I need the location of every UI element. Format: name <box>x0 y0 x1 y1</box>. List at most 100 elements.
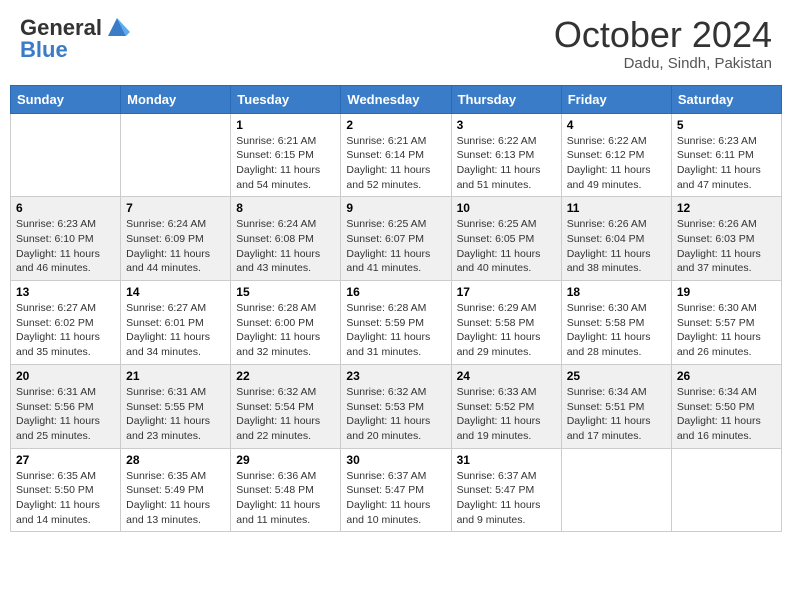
cell-info: Sunrise: 6:37 AM Sunset: 5:47 PM Dayligh… <box>346 469 445 528</box>
day-number: 23 <box>346 369 445 383</box>
cell-info: Sunrise: 6:29 AM Sunset: 5:58 PM Dayligh… <box>457 301 556 360</box>
calendar-cell: 15 Sunrise: 6:28 AM Sunset: 6:00 PM Dayli… <box>231 281 341 365</box>
day-number: 18 <box>567 285 666 299</box>
cell-info: Sunrise: 6:32 AM Sunset: 5:53 PM Dayligh… <box>346 385 445 444</box>
day-number: 5 <box>677 118 776 132</box>
cell-info: Sunrise: 6:26 AM Sunset: 6:04 PM Dayligh… <box>567 217 666 276</box>
cell-info: Sunrise: 6:36 AM Sunset: 5:48 PM Dayligh… <box>236 469 335 528</box>
calendar-cell: 11 Sunrise: 6:26 AM Sunset: 6:04 PM Dayli… <box>561 197 671 281</box>
cell-info: Sunrise: 6:27 AM Sunset: 6:02 PM Dayligh… <box>16 301 115 360</box>
cell-info: Sunrise: 6:25 AM Sunset: 6:05 PM Dayligh… <box>457 217 556 276</box>
calendar-cell: 29 Sunrise: 6:36 AM Sunset: 5:48 PM Dayli… <box>231 448 341 532</box>
day-number: 6 <box>16 201 115 215</box>
calendar-cell: 7Sunrise: 6:24 AM Sunset: 6:09 PM Daylig… <box>121 197 231 281</box>
logo-icon <box>104 14 130 40</box>
calendar-cell: 14 Sunrise: 6:27 AM Sunset: 6:01 PM Dayli… <box>121 281 231 365</box>
cell-info: Sunrise: 6:35 AM Sunset: 5:50 PM Dayligh… <box>16 469 115 528</box>
cell-info: Sunrise: 6:31 AM Sunset: 5:56 PM Dayligh… <box>16 385 115 444</box>
day-number: 17 <box>457 285 556 299</box>
cell-info: Sunrise: 6:28 AM Sunset: 6:00 PM Dayligh… <box>236 301 335 360</box>
day-number: 2 <box>346 118 445 132</box>
cell-info: Sunrise: 6:32 AM Sunset: 5:54 PM Dayligh… <box>236 385 335 444</box>
calendar-cell: 25Sunrise: 6:34 AM Sunset: 5:51 PM Dayli… <box>561 364 671 448</box>
calendar-cell: 17 Sunrise: 6:29 AM Sunset: 5:58 PM Dayli… <box>451 281 561 365</box>
cell-info: Sunrise: 6:25 AM Sunset: 6:07 PM Dayligh… <box>346 217 445 276</box>
day-number: 29 <box>236 453 335 467</box>
weekday-header-saturday: Saturday <box>671 85 781 113</box>
cell-info: Sunrise: 6:31 AM Sunset: 5:55 PM Dayligh… <box>126 385 225 444</box>
day-number: 20 <box>16 369 115 383</box>
calendar-cell: 2Sunrise: 6:21 AM Sunset: 6:14 PM Daylig… <box>341 113 451 197</box>
calendar-cell: 4Sunrise: 6:22 AM Sunset: 6:12 PM Daylig… <box>561 113 671 197</box>
month-title: October 2024 <box>554 15 772 55</box>
day-number: 4 <box>567 118 666 132</box>
day-number: 9 <box>346 201 445 215</box>
calendar-week-row: 1 Sunrise: 6:21 AM Sunset: 6:15 PM Daylig… <box>11 113 782 197</box>
day-number: 3 <box>457 118 556 132</box>
calendar-week-row: 27Sunrise: 6:35 AM Sunset: 5:50 PM Dayli… <box>11 448 782 532</box>
cell-info: Sunrise: 6:35 AM Sunset: 5:49 PM Dayligh… <box>126 469 225 528</box>
day-number: 12 <box>677 201 776 215</box>
calendar-cell <box>561 448 671 532</box>
title-block: October 2024 Dadu, Sindh, Pakistan <box>554 15 772 72</box>
day-number: 1 <box>236 118 335 132</box>
cell-info: Sunrise: 6:23 AM Sunset: 6:11 PM Dayligh… <box>677 134 776 193</box>
calendar-cell <box>671 448 781 532</box>
calendar-cell: 1 Sunrise: 6:21 AM Sunset: 6:15 PM Daylig… <box>231 113 341 197</box>
cell-info: Sunrise: 6:34 AM Sunset: 5:50 PM Dayligh… <box>677 385 776 444</box>
calendar-cell: 27Sunrise: 6:35 AM Sunset: 5:50 PM Dayli… <box>11 448 121 532</box>
calendar-cell: 31Sunrise: 6:37 AM Sunset: 5:47 PM Dayli… <box>451 448 561 532</box>
calendar-cell: 10Sunrise: 6:25 AM Sunset: 6:05 PM Dayli… <box>451 197 561 281</box>
cell-info: Sunrise: 6:30 AM Sunset: 5:57 PM Dayligh… <box>677 301 776 360</box>
day-number: 14 <box>126 285 225 299</box>
calendar-cell: 21 Sunrise: 6:31 AM Sunset: 5:55 PM Dayli… <box>121 364 231 448</box>
calendar-cell: 30 Sunrise: 6:37 AM Sunset: 5:47 PM Dayli… <box>341 448 451 532</box>
calendar-cell: 5 Sunrise: 6:23 AM Sunset: 6:11 PM Daylig… <box>671 113 781 197</box>
day-number: 26 <box>677 369 776 383</box>
weekday-header-tuesday: Tuesday <box>231 85 341 113</box>
calendar-cell: 6 Sunrise: 6:23 AM Sunset: 6:10 PM Daylig… <box>11 197 121 281</box>
cell-info: Sunrise: 6:30 AM Sunset: 5:58 PM Dayligh… <box>567 301 666 360</box>
day-number: 13 <box>16 285 115 299</box>
day-number: 24 <box>457 369 556 383</box>
calendar-cell: 8 Sunrise: 6:24 AM Sunset: 6:08 PM Daylig… <box>231 197 341 281</box>
logo: General Blue <box>20 15 130 63</box>
calendar-cell: 28 Sunrise: 6:35 AM Sunset: 5:49 PM Dayli… <box>121 448 231 532</box>
calendar-cell: 20 Sunrise: 6:31 AM Sunset: 5:56 PM Dayli… <box>11 364 121 448</box>
calendar-cell: 12 Sunrise: 6:26 AM Sunset: 6:03 PM Dayli… <box>671 197 781 281</box>
calendar-cell: 13 Sunrise: 6:27 AM Sunset: 6:02 PM Dayli… <box>11 281 121 365</box>
weekday-header-thursday: Thursday <box>451 85 561 113</box>
day-number: 7 <box>126 201 225 215</box>
cell-info: Sunrise: 6:26 AM Sunset: 6:03 PM Dayligh… <box>677 217 776 276</box>
weekday-header-friday: Friday <box>561 85 671 113</box>
day-number: 19 <box>677 285 776 299</box>
day-number: 30 <box>346 453 445 467</box>
calendar-cell: 16Sunrise: 6:28 AM Sunset: 5:59 PM Dayli… <box>341 281 451 365</box>
cell-info: Sunrise: 6:34 AM Sunset: 5:51 PM Dayligh… <box>567 385 666 444</box>
weekday-header-monday: Monday <box>121 85 231 113</box>
day-number: 11 <box>567 201 666 215</box>
cell-info: Sunrise: 6:33 AM Sunset: 5:52 PM Dayligh… <box>457 385 556 444</box>
weekday-header-sunday: Sunday <box>11 85 121 113</box>
cell-info: Sunrise: 6:22 AM Sunset: 6:13 PM Dayligh… <box>457 134 556 193</box>
calendar-cell: 19 Sunrise: 6:30 AM Sunset: 5:57 PM Dayli… <box>671 281 781 365</box>
day-number: 31 <box>457 453 556 467</box>
location-subtitle: Dadu, Sindh, Pakistan <box>554 55 772 72</box>
weekday-header-wednesday: Wednesday <box>341 85 451 113</box>
cell-info: Sunrise: 6:23 AM Sunset: 6:10 PM Dayligh… <box>16 217 115 276</box>
cell-info: Sunrise: 6:27 AM Sunset: 6:01 PM Dayligh… <box>126 301 225 360</box>
calendar-cell: 18 Sunrise: 6:30 AM Sunset: 5:58 PM Dayli… <box>561 281 671 365</box>
day-number: 8 <box>236 201 335 215</box>
calendar-cell <box>11 113 121 197</box>
cell-info: Sunrise: 6:24 AM Sunset: 6:08 PM Dayligh… <box>236 217 335 276</box>
day-number: 15 <box>236 285 335 299</box>
calendar-cell: 26 Sunrise: 6:34 AM Sunset: 5:50 PM Dayli… <box>671 364 781 448</box>
page-header: General Blue October 2024 Dadu, Sindh, P… <box>10 10 782 77</box>
calendar-cell: 3 Sunrise: 6:22 AM Sunset: 6:13 PM Daylig… <box>451 113 561 197</box>
day-number: 28 <box>126 453 225 467</box>
calendar-cell: 9 Sunrise: 6:25 AM Sunset: 6:07 PM Daylig… <box>341 197 451 281</box>
calendar-cell: 24 Sunrise: 6:33 AM Sunset: 5:52 PM Dayli… <box>451 364 561 448</box>
cell-info: Sunrise: 6:21 AM Sunset: 6:15 PM Dayligh… <box>236 134 335 193</box>
day-number: 21 <box>126 369 225 383</box>
calendar-week-row: 20 Sunrise: 6:31 AM Sunset: 5:56 PM Dayli… <box>11 364 782 448</box>
